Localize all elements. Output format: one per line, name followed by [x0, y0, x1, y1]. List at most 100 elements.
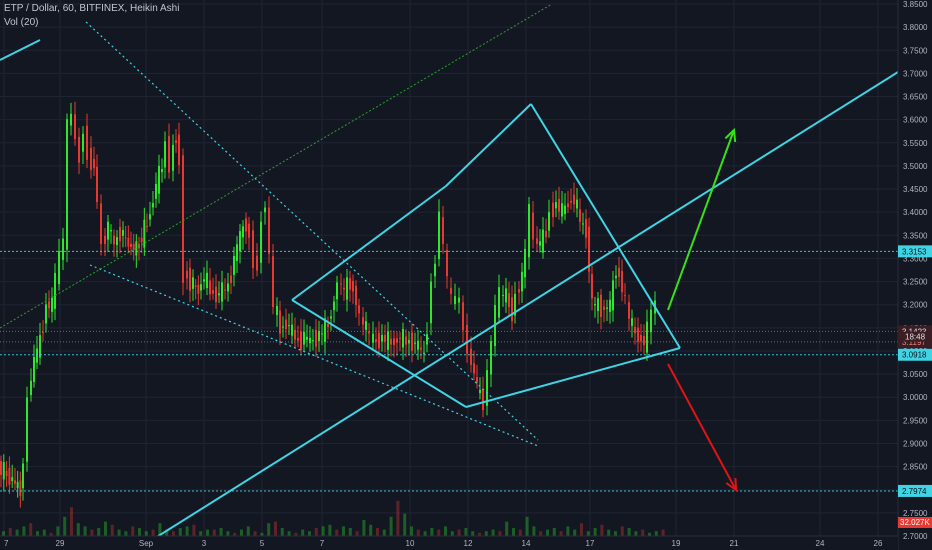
volume-bar — [627, 528, 631, 536]
candle-body — [119, 227, 121, 242]
candle-body — [212, 290, 214, 294]
chart-legend: ETP / Dollar, 60, BITFINEX, Heikin Ashi … — [4, 2, 179, 30]
candle-body — [78, 136, 80, 163]
candle-body — [399, 337, 401, 339]
candle-body — [168, 136, 170, 173]
candle-body — [104, 235, 106, 244]
candle-body — [482, 388, 484, 411]
candle-body — [352, 280, 354, 292]
y-tick-label: 3.7000 — [903, 69, 928, 78]
volume-bar — [253, 531, 257, 536]
volume-bar — [185, 526, 189, 536]
candle-body — [48, 301, 50, 309]
candle-body — [172, 144, 174, 171]
candle-body — [312, 340, 314, 342]
candle-body — [96, 166, 98, 203]
candle-body — [634, 326, 636, 334]
candle-body — [45, 304, 47, 324]
candle-body — [643, 335, 645, 346]
candle-body — [152, 203, 154, 208]
candle-body — [466, 325, 468, 354]
candle-body — [11, 477, 14, 482]
countdown-label: 18:48 — [905, 333, 926, 342]
volume-bar — [212, 529, 216, 536]
candle-body — [315, 329, 317, 347]
candle-body — [272, 256, 274, 308]
volume-bar — [246, 526, 250, 536]
volume-bar — [525, 516, 529, 536]
volume-bar — [457, 529, 461, 536]
y-tick-label: 3.5500 — [903, 139, 928, 148]
volume-bar — [22, 526, 26, 536]
candle-body — [458, 297, 460, 303]
candle-body — [548, 212, 550, 231]
volume-indicator-label: Vol (20) — [4, 17, 39, 28]
candle-body — [194, 285, 197, 288]
volume-bar — [131, 526, 135, 536]
candle-body — [300, 331, 302, 350]
volume-bar — [559, 531, 563, 536]
candle-body — [343, 287, 345, 290]
volume-bar — [498, 531, 502, 536]
volume-bar — [301, 529, 305, 536]
candle-body — [555, 202, 557, 209]
candle-body — [127, 237, 130, 247]
volume-bar — [573, 529, 577, 536]
candle-body — [39, 335, 41, 358]
volume-bar — [226, 531, 230, 536]
volume-bar — [342, 526, 345, 536]
candle-body — [5, 470, 8, 477]
candle-body — [158, 165, 160, 194]
candle-body — [276, 305, 278, 316]
volume-bar — [586, 531, 590, 536]
candle-body — [446, 249, 448, 277]
candle-body — [594, 304, 596, 306]
price-chart[interactable]: 3.8500 3.8000 3.7500 3.7000 3.6500 3.6000 3.55… — [0, 0, 932, 550]
volume-bar — [36, 531, 39, 536]
candle-body — [146, 226, 148, 228]
candle-body — [309, 337, 311, 344]
candle-body — [248, 223, 250, 238]
candle-body — [110, 229, 112, 232]
candle-body — [233, 255, 235, 275]
candle-body — [264, 207, 266, 213]
volume-bar — [42, 529, 46, 536]
symbol-title: ETP / Dollar, 60, BITFINEX, Heikin Ashi — [4, 3, 180, 14]
y-tick-label: 3.2500 — [903, 278, 928, 287]
price-tag-label: 3.3153 — [902, 247, 927, 256]
candle-body — [155, 183, 157, 199]
candle-body — [260, 221, 262, 263]
candle-body — [70, 113, 72, 126]
y-tick-label: 2.7000 — [903, 532, 928, 541]
candle-body — [54, 272, 56, 309]
candle-body — [585, 219, 587, 238]
candle-body — [524, 248, 526, 278]
candle-body — [618, 267, 620, 277]
candle-body — [26, 397, 28, 462]
volume-bar — [410, 526, 413, 536]
volume-bar — [430, 528, 434, 536]
candle-body — [508, 293, 510, 308]
chart-background — [0, 0, 932, 550]
y-tick-label: 2.9000 — [903, 439, 928, 448]
candle-body — [192, 277, 194, 289]
candle-body — [384, 334, 386, 342]
volume-bar — [546, 529, 549, 536]
candle-body — [8, 467, 11, 485]
candle-body — [378, 332, 380, 349]
candle-body — [498, 287, 500, 318]
candle-body — [124, 237, 127, 239]
candle-body — [365, 321, 367, 330]
volume-bar — [328, 524, 332, 536]
candle-body — [518, 289, 520, 293]
candle-body — [318, 330, 320, 342]
candle-body — [462, 302, 464, 331]
x-tick-label: Sep — [139, 539, 154, 548]
candle-body — [140, 237, 143, 243]
candle-body — [405, 336, 407, 345]
candle-body — [19, 480, 22, 496]
candle-body — [454, 296, 456, 305]
volume-bar — [437, 529, 441, 536]
candle-body — [542, 229, 544, 253]
candle-body — [282, 326, 284, 328]
